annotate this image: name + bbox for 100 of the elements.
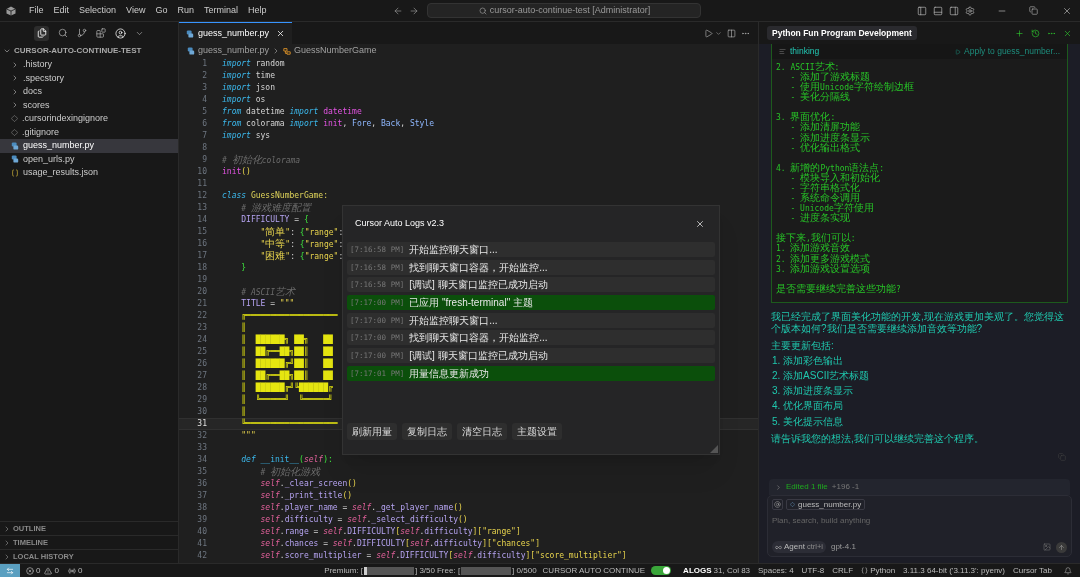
at-sign-icon bbox=[774, 501, 781, 508]
problems-button[interactable]: 0 0 bbox=[26, 564, 59, 577]
log-message: 已应用 "fresh-terminal" 主题 bbox=[409, 296, 533, 311]
alogs-button[interactable]: ALOGS bbox=[683, 564, 712, 577]
context-chip[interactable]: guess_number.py bbox=[786, 499, 866, 510]
file-tree-item[interactable]: .cursorindexingignore bbox=[0, 112, 178, 126]
auto-continue-toggle[interactable] bbox=[651, 566, 672, 575]
editor-tab[interactable]: guess_number.py bbox=[179, 22, 293, 44]
chat-title-tab[interactable]: Python Fun Program Development bbox=[767, 26, 917, 40]
code-text: - 使用Unicode字符绘制边框 bbox=[789, 83, 914, 93]
left-panel-icon[interactable] bbox=[917, 5, 927, 16]
file-tree-item[interactable]: docs bbox=[0, 85, 178, 99]
code-text: - 进度条实现 bbox=[789, 214, 851, 224]
bell-icon[interactable] bbox=[1064, 566, 1072, 575]
explorer-tab[interactable] bbox=[34, 25, 49, 41]
list-item: 1. 添加彩色输出 bbox=[771, 353, 845, 368]
apply-link[interactable]: Apply to guess_number... bbox=[964, 45, 1060, 58]
menu-item[interactable]: File bbox=[24, 3, 49, 18]
bottom-panel-icon[interactable] bbox=[933, 5, 943, 16]
user-circle-icon[interactable] bbox=[115, 27, 126, 39]
code-line: ║ ██████╔╝╚██████╔ bbox=[241, 382, 333, 394]
settings-icon[interactable] bbox=[965, 5, 975, 16]
menu-item[interactable]: Go bbox=[150, 3, 173, 18]
run-icon[interactable] bbox=[704, 28, 713, 38]
code-line: # ASCII艺术 bbox=[241, 285, 295, 299]
dialog-button[interactable]: 复制日志 bbox=[402, 423, 452, 440]
code-text: 3. 添加游戏设置选项 bbox=[776, 264, 871, 274]
code-line: ║ ██╔══██╗██║ ██ bbox=[241, 346, 333, 358]
code-line: # 初始化colorama bbox=[222, 153, 301, 167]
code-line: TITLE = """ bbox=[241, 298, 295, 310]
file-tree-item[interactable]: guess_number.py bbox=[0, 139, 178, 153]
mention-button[interactable] bbox=[772, 499, 783, 510]
message-text: 我已经完成了界面美化功能的开发,现在游戏更加美观了。您觉得这个版本如何?我们是否需要继续添加音效等功能? bbox=[771, 310, 1065, 335]
dialog-button[interactable]: 清空日志 bbox=[457, 423, 507, 440]
code-line: ║ ██████╗ ██╗ ██ bbox=[241, 334, 333, 346]
code-line: from colorama import init, Fore, Back, Style bbox=[222, 118, 434, 130]
restore-icon[interactable] bbox=[1029, 6, 1038, 15]
command-center[interactable]: cursor-auto-continue-test [Administrator] bbox=[427, 3, 702, 18]
menu-item[interactable]: Run bbox=[172, 3, 199, 18]
file-tree-item[interactable]: scores bbox=[0, 98, 178, 112]
file-tree-item[interactable]: usage_results.json bbox=[0, 166, 178, 180]
status-item[interactable]: 3.11.3 64-bit ('3.11.3': pyenv) bbox=[903, 564, 1005, 577]
chevron-down-icon[interactable] bbox=[715, 29, 722, 37]
status-item[interactable]: Cursor Tab bbox=[1013, 564, 1052, 577]
breadcrumb[interactable]: GuessNumberGame bbox=[294, 44, 377, 58]
close-icon[interactable] bbox=[276, 29, 286, 38]
code-line: import json bbox=[222, 82, 275, 94]
code-line: import sys bbox=[222, 130, 271, 142]
code-text: - 系统命令调用 bbox=[789, 194, 861, 204]
line-number: 39 bbox=[196, 514, 207, 526]
menu-item[interactable]: Edit bbox=[48, 3, 75, 18]
model-selector[interactable]: gpt-4.1 bbox=[830, 541, 856, 553]
line-number: 24 bbox=[196, 334, 207, 346]
menu-item[interactable]: Terminal bbox=[198, 3, 243, 18]
file-tree-item[interactable]: .specstory bbox=[0, 71, 178, 85]
menu-item[interactable]: Selection bbox=[74, 3, 122, 18]
usage-count: ] 0/500 bbox=[512, 564, 537, 577]
message-text: 主要更新包括: bbox=[771, 338, 835, 353]
status-item[interactable]: Spaces: 4 bbox=[758, 564, 794, 577]
close-icon[interactable] bbox=[1062, 5, 1072, 16]
code-text: 接下来,我们可以: bbox=[776, 234, 856, 244]
dialog-button[interactable]: 主题设置 bbox=[512, 423, 562, 440]
line-number: 16 bbox=[196, 238, 207, 250]
code-line: def __init__(self): bbox=[241, 454, 333, 466]
search-icon[interactable] bbox=[58, 28, 68, 38]
forward-arrow-icon[interactable] bbox=[409, 5, 420, 16]
file-tree-item[interactable]: open_urls.py bbox=[0, 152, 178, 166]
split-editor-icon[interactable] bbox=[727, 28, 736, 38]
status-item[interactable]: UTF-8 bbox=[801, 564, 825, 577]
status-item[interactable]: CRLF bbox=[832, 564, 854, 577]
back-arrow-icon[interactable] bbox=[393, 5, 404, 16]
menu-item[interactable]: View bbox=[121, 3, 151, 18]
explorer-header[interactable]: CURSOR-AUTO-CONTINUE-TEST bbox=[0, 44, 178, 58]
resize-grip-icon[interactable] bbox=[710, 445, 718, 453]
code-block-label: thinking bbox=[790, 45, 820, 58]
history-icon[interactable] bbox=[1031, 28, 1040, 38]
breadcrumb[interactable]: guess_number.py bbox=[198, 44, 270, 58]
class-symbol-icon bbox=[283, 47, 292, 55]
status-item[interactable]: Python bbox=[861, 564, 896, 577]
extensions-icon[interactable] bbox=[96, 28, 106, 38]
edited-files-bar[interactable]: Edited 1 file +196 -1 bbox=[769, 479, 1070, 495]
close-icon[interactable] bbox=[695, 219, 705, 229]
code-line: self._print_title() bbox=[260, 490, 353, 502]
menu-item[interactable]: Help bbox=[242, 3, 272, 18]
cube-logo-icon[interactable] bbox=[6, 5, 16, 16]
message-text: 请告诉我您的想法,我们可以继续完善这个程序。 bbox=[771, 431, 985, 446]
status-item[interactable]: 31, Col 83 bbox=[713, 564, 751, 577]
plus-icon[interactable] bbox=[1015, 28, 1024, 38]
image-icon[interactable] bbox=[1043, 543, 1051, 551]
dialog-button[interactable]: 刷新用量 bbox=[347, 423, 397, 440]
source-control-icon[interactable] bbox=[77, 28, 87, 38]
file-tree-item[interactable]: .gitignore bbox=[0, 125, 178, 139]
braces-icon bbox=[861, 567, 869, 574]
line-number: 42 bbox=[196, 550, 207, 562]
send-button[interactable] bbox=[1056, 541, 1067, 553]
ports-button[interactable]: 0 bbox=[67, 564, 83, 577]
line-number: 28 bbox=[196, 382, 207, 394]
right-panel-icon[interactable] bbox=[949, 5, 959, 16]
remote-icon bbox=[6, 566, 14, 575]
file-tree-item[interactable]: .history bbox=[0, 58, 178, 72]
